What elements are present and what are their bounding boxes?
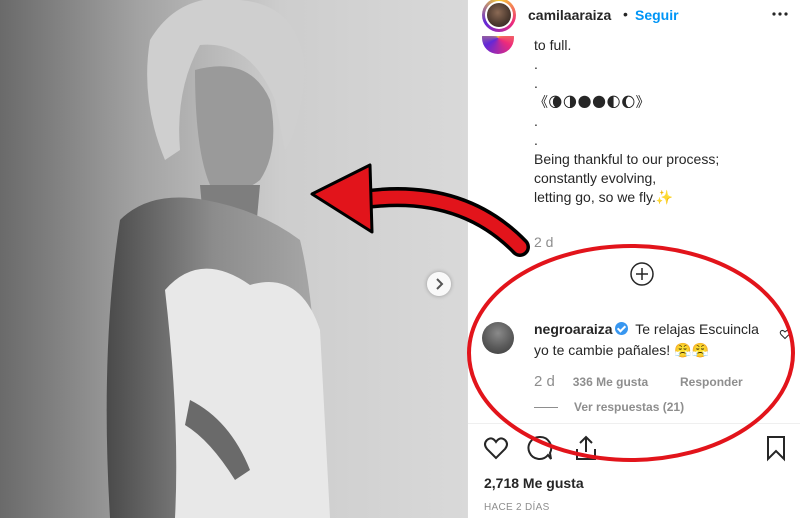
caption-line: Being thankful to our process;	[534, 151, 720, 167]
comment-body-line2: yo te cambie pañales! 😤😤	[534, 342, 709, 358]
carousel-next-button[interactable]	[427, 272, 451, 296]
comment-likes[interactable]: 336 Me gusta	[573, 375, 648, 389]
view-replies-label: Ver respuestas (21)	[574, 400, 685, 414]
post-time-ago[interactable]: HACE 2 DÍAS	[484, 502, 550, 513]
share-icon[interactable]	[572, 434, 600, 462]
comment-like-heart-icon[interactable]	[779, 328, 791, 340]
more-options-icon[interactable]	[768, 2, 792, 26]
reply-button[interactable]: Responder	[680, 375, 743, 389]
comment-text: negroaraiza Te relajas Escuincla yo te c…	[534, 319, 774, 361]
caption-cutoff-line: — — — — — — — — —	[534, 36, 691, 41]
comment-meta: 2 d 336 Me gusta Responder	[534, 373, 743, 390]
caption-line: .	[534, 75, 538, 91]
chevron-right-icon	[436, 278, 444, 290]
bookmark-icon[interactable]	[762, 434, 790, 462]
comments-area[interactable]: — — — — — — — — — to full. . . 《🌘🌗🌑🌑🌓🌔》 …	[468, 36, 800, 431]
caption-line: 《🌘🌗🌑🌑🌓🌔》	[534, 94, 650, 110]
view-replies-button[interactable]: Ver respuestas (21)	[534, 400, 684, 414]
comment-icon[interactable]	[526, 434, 554, 462]
verified-badge-icon	[614, 322, 628, 335]
comment-timestamp[interactable]: 2 d	[534, 373, 555, 390]
author-username[interactable]: camilaaraiza	[528, 7, 611, 23]
post-side-panel: camilaaraiza • Seguir — — — — — — — — — …	[468, 0, 800, 518]
caption-line: .	[534, 113, 538, 129]
plus-circle-icon[interactable]	[629, 261, 655, 287]
caption-timestamp[interactable]: 2 d	[534, 234, 553, 250]
caption-line: constantly evolving,	[534, 170, 657, 186]
post-photo[interactable]	[0, 0, 467, 518]
author-avatar[interactable]	[482, 0, 516, 32]
commenter-username[interactable]: negroaraiza	[534, 321, 613, 337]
follow-button[interactable]: Seguir	[635, 7, 679, 23]
actions-divider	[468, 423, 800, 424]
post-likes-count[interactable]: 2,718 Me gusta	[484, 475, 584, 491]
post-header: camilaaraiza • Seguir	[468, 0, 800, 36]
post-caption: — — — — — — — — — to full. . . 《🌘🌗🌑🌑🌓🌔》 …	[534, 36, 794, 207]
caption-line: .	[534, 56, 538, 72]
heart-icon[interactable]	[482, 434, 510, 462]
commenter-avatar[interactable]	[482, 322, 514, 354]
comment-body-line1: Te relajas Escuincla	[635, 321, 759, 337]
post-actions	[468, 434, 800, 468]
caption-line: letting go, so we fly.✨	[534, 189, 674, 205]
replies-dash	[534, 407, 558, 409]
header-separator: •	[623, 6, 628, 22]
caption-avatar[interactable]	[482, 36, 514, 54]
photo-content	[0, 0, 467, 518]
caption-line: .	[534, 132, 538, 148]
